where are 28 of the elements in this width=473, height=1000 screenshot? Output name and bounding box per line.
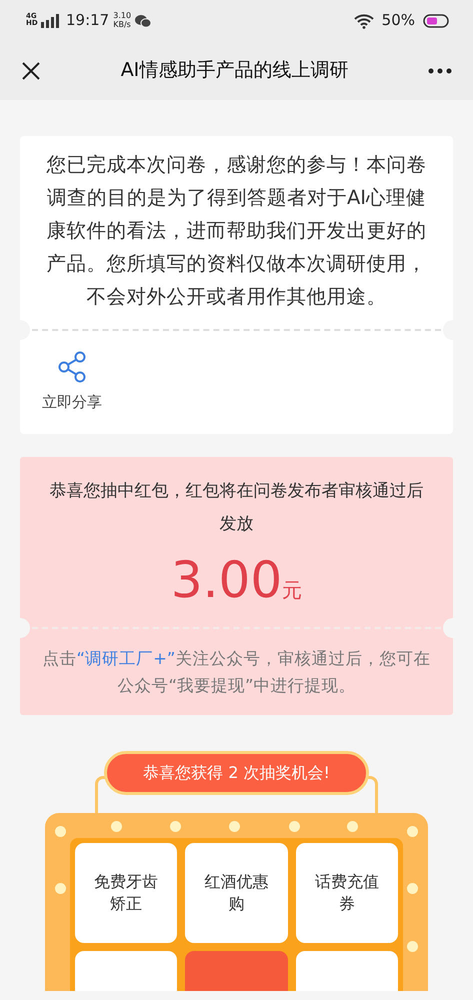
reward-amount: 3.00 xyxy=(170,554,282,604)
withdraw-notice: 点击“调研工厂+”关注公众号，审核通过后，您可在公众号“我要提现”中进行提现。 xyxy=(42,648,432,696)
battery-percent: 50% xyxy=(382,10,415,31)
prize-tile[interactable]: 话费充值券 xyxy=(296,842,398,942)
light-dot xyxy=(55,882,66,894)
page-title: AI情感助手产品的线上调研 xyxy=(120,58,350,83)
prize-tile[interactable]: 免费牙齿矫正 xyxy=(75,842,178,942)
prize-tile[interactable]: 红酒优惠购 xyxy=(185,842,288,942)
close-icon xyxy=(20,60,42,82)
share-icon[interactable] xyxy=(57,351,87,383)
light-dot xyxy=(289,820,300,832)
light-dot xyxy=(347,820,358,832)
light-dot xyxy=(55,826,66,836)
light-dot xyxy=(170,820,181,832)
share-label[interactable]: 立即分享 xyxy=(42,391,102,414)
light-dot xyxy=(407,940,418,952)
currency-unit: 元 xyxy=(282,576,302,604)
light-dot xyxy=(407,882,418,894)
light-dot xyxy=(111,820,122,832)
status-time: 19:17 xyxy=(66,10,110,31)
speed-unit: KB/s xyxy=(113,20,132,29)
more-icon xyxy=(427,66,453,75)
reward-message: 恭喜您抽中红包，红包将在问卷发布者审核通过后发放 xyxy=(48,480,424,536)
network-speed: 3.10 xyxy=(113,11,132,20)
completion-message: 您已完成本次问卷，感谢您的参与！本问卷调查的目的是为了得到答题者对于AI心理健康软件的看法，进而帮助我们开发出更好的产品。您所填写的资料仅做本次调研使用，不会对外公开或者用作其他用途。 xyxy=(46,152,428,310)
light-dot xyxy=(229,820,240,832)
lottery-banner: 恭喜您获得 2 次抽奖机会! xyxy=(104,750,369,794)
light-dot xyxy=(407,826,418,836)
